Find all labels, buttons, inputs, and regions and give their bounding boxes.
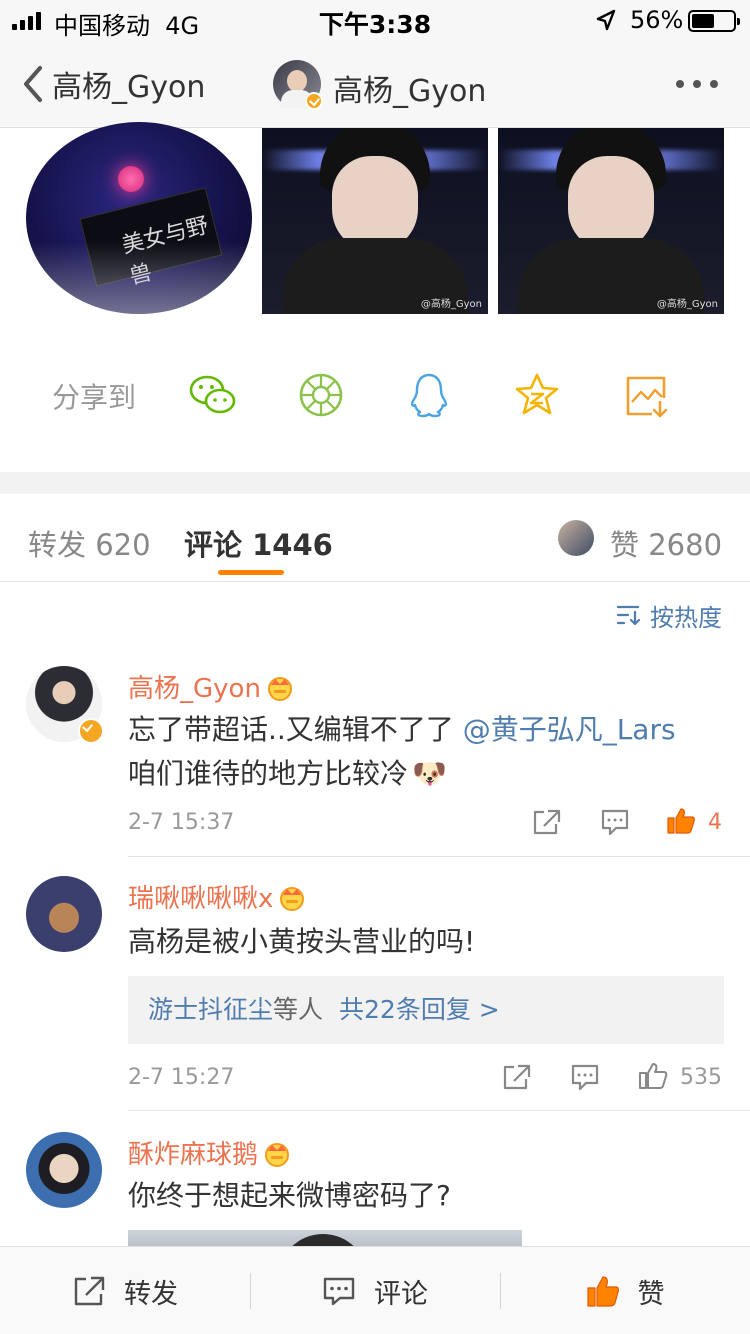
bottom-toolbar: 转发 评论 赞 xyxy=(0,1246,750,1334)
share-out-icon xyxy=(503,1064,531,1090)
qq-icon xyxy=(410,373,448,418)
reply-user-link[interactable]: 游士抖征尘 xyxy=(148,995,273,1024)
nav-bar: 高杨_Gyon 高杨_Gyon xyxy=(0,40,750,128)
comment-text: 忘了带超话..又编辑不了了 @黄子弘凡_Lars 咱们谁待的地方比较冷 🐶 xyxy=(128,708,728,796)
commenter-name[interactable]: 酥炸麻球鹅 xyxy=(128,1134,292,1171)
doge-emoji-icon: 🐶 xyxy=(412,757,447,790)
comment-text-part: 咱们谁待的地方比较冷 xyxy=(128,757,409,790)
liker-avatar xyxy=(558,520,594,556)
dot-icon xyxy=(693,80,701,88)
tab-repost[interactable]: 转发 620 xyxy=(28,522,151,564)
author-avatar[interactable] xyxy=(273,60,323,110)
verified-badge-icon xyxy=(78,718,104,744)
wechat-icon xyxy=(189,375,236,414)
comment-like-button[interactable] xyxy=(638,1061,668,1089)
commenter-avatar[interactable] xyxy=(26,876,102,952)
status-bar: 中国移动 4G 下午3:38 56% xyxy=(0,0,750,40)
commenter-avatar[interactable] xyxy=(26,666,104,744)
reply-mid-text: 等人 xyxy=(273,995,324,1024)
more-menu-button[interactable] xyxy=(676,70,726,98)
share-label: 分享到 xyxy=(52,381,137,414)
interaction-tabs: 转发 620 评论 1446 赞 2680 xyxy=(0,494,750,582)
share-wechat-button[interactable] xyxy=(188,370,238,420)
location-arrow-icon xyxy=(596,9,616,31)
sort-icon xyxy=(616,605,641,626)
share-qq-button[interactable] xyxy=(404,370,454,420)
battery-icon xyxy=(688,10,740,32)
comment-bubble-icon xyxy=(571,1064,599,1091)
share-moments-button[interactable] xyxy=(296,370,346,420)
comment-reply-button[interactable] xyxy=(600,808,630,836)
repost-button[interactable]: 转发 xyxy=(0,1247,250,1334)
commenter-name[interactable]: 高杨_Gyon xyxy=(128,668,295,705)
repost-icon xyxy=(74,1276,105,1306)
comment-button[interactable]: 评论 xyxy=(250,1247,500,1334)
comment-bubble-icon xyxy=(323,1277,355,1306)
watermark: @高杨_Gyon xyxy=(420,299,482,310)
comment-share-button[interactable] xyxy=(532,808,562,836)
comment-text-part: 忘了带超话..又编辑不了了 xyxy=(128,713,463,746)
post-image-1[interactable]: 美女与野兽 xyxy=(26,122,252,314)
post-image-2[interactable]: @高杨_Gyon xyxy=(262,128,488,314)
back-button[interactable]: 高杨_Gyon xyxy=(20,62,220,106)
comment-share-button[interactable] xyxy=(502,1063,532,1091)
tab-like[interactable]: 赞 2680 xyxy=(610,522,722,564)
thumbs-up-icon xyxy=(639,1063,668,1089)
tab-comment[interactable]: 评论 1446 xyxy=(184,522,333,564)
dot-icon xyxy=(676,80,684,88)
repost-label: 转发 xyxy=(124,1278,178,1310)
save-image-icon xyxy=(626,376,668,418)
comment-reply-button[interactable] xyxy=(570,1063,600,1091)
page-title[interactable]: 高杨_Gyon xyxy=(333,66,486,110)
sort-button[interactable]: 按热度 xyxy=(616,600,722,632)
share-row: 分享到 xyxy=(0,340,750,450)
like-label: 赞 xyxy=(637,1278,665,1310)
save-image-button[interactable] xyxy=(622,370,672,420)
comment-text: 高杨是被小黄按头营业的吗! xyxy=(128,925,476,958)
share-out-icon xyxy=(533,809,561,835)
crown-badge-icon xyxy=(267,676,292,701)
battery-percent: 56% xyxy=(630,6,684,34)
reply-count-link[interactable]: 共22条回复 > xyxy=(339,995,500,1024)
commenter-name-text: 酥炸麻球鹅 xyxy=(128,1140,259,1170)
thumbs-up-filled-icon xyxy=(667,808,695,834)
post-images: 美女与野兽 @高杨_Gyon @高杨_Gyon xyxy=(0,122,750,318)
active-tab-indicator xyxy=(218,570,284,575)
comment-text: 你终于想起来微博密码了? xyxy=(128,1179,451,1212)
watermark: @高杨_Gyon xyxy=(656,299,718,310)
commenter-name[interactable]: 瑞啾啾啾啾x xyxy=(128,878,307,915)
comment-time: 2-7 15:37 xyxy=(128,810,235,835)
sort-label: 按热度 xyxy=(650,603,722,632)
post-image-3[interactable]: @高杨_Gyon xyxy=(498,128,724,314)
commenter-name-text: 瑞啾啾啾啾x xyxy=(128,884,274,914)
comment-time: 2-7 15:27 xyxy=(128,1065,235,1090)
like-button[interactable]: 赞 xyxy=(500,1247,750,1334)
comment-bubble-icon xyxy=(601,809,629,836)
qzone-icon xyxy=(515,373,559,415)
verified-badge-icon xyxy=(305,92,323,110)
crown-badge-icon xyxy=(265,1142,290,1167)
commenter-avatar[interactable] xyxy=(26,1132,102,1208)
chevron-left-icon xyxy=(24,66,42,102)
comment-label: 评论 xyxy=(374,1278,428,1310)
comment-divider xyxy=(128,1110,750,1111)
commenter-name-text: 高杨_Gyon xyxy=(128,674,261,704)
dot-icon xyxy=(710,80,718,88)
section-divider xyxy=(0,472,750,494)
crown-badge-icon xyxy=(280,886,305,911)
comment-like-count: 535 xyxy=(680,1065,722,1090)
share-qzone-button[interactable] xyxy=(512,370,562,420)
mention-link[interactable]: @黄子弘凡_Lars xyxy=(463,713,676,746)
comment-divider xyxy=(128,856,750,857)
comment-like-button[interactable] xyxy=(666,806,696,834)
back-label: 高杨_Gyon xyxy=(52,70,206,105)
moments-icon xyxy=(299,373,343,417)
thumbs-up-filled-icon xyxy=(586,1276,619,1307)
comment-like-count: 4 xyxy=(708,810,722,835)
reply-summary-button[interactable]: 游士抖征尘等人 共22条回复 > xyxy=(128,976,724,1044)
